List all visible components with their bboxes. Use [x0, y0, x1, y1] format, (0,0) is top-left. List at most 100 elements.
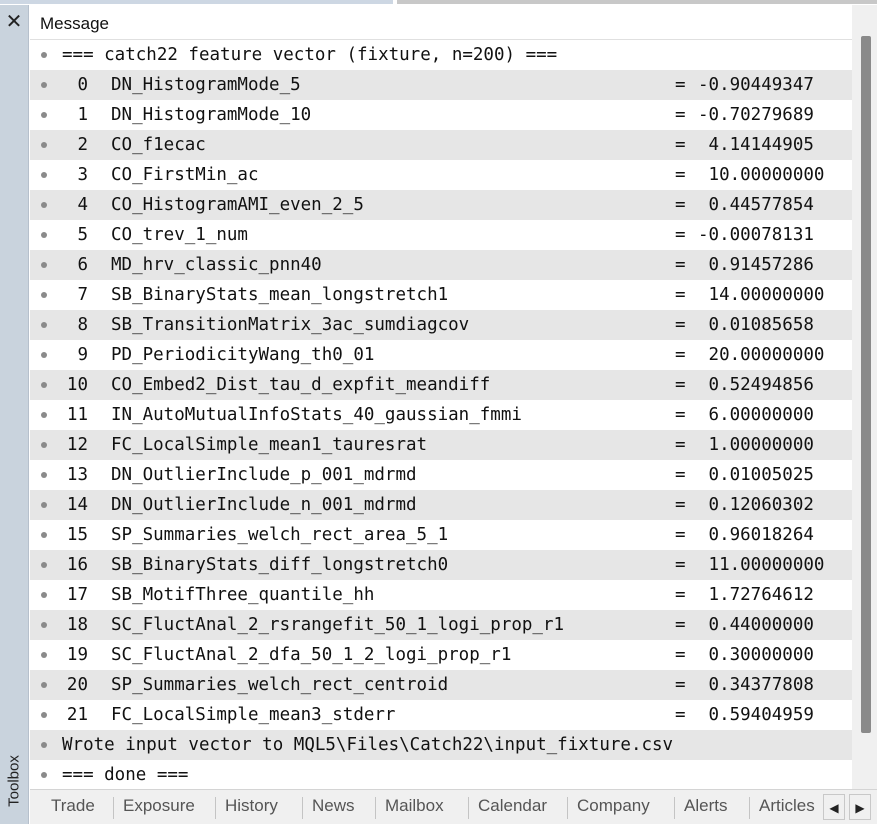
- feature-name: SC_FluctAnal_2_rsrangefit_50_1_logi_prop…: [111, 615, 565, 635]
- bullet-icon: [41, 562, 47, 568]
- log-rows: === catch22 feature vector (fixture, n=2…: [30, 40, 852, 789]
- feature-equals: =: [675, 555, 686, 575]
- feature-value: 1.72764612: [698, 585, 814, 605]
- log-row-feature[interactable]: 3 CO_FirstMin_ac = 10.00000000: [30, 160, 852, 190]
- log-row-wrote[interactable]: Wrote input vector to MQL5\Files\Catch22…: [30, 730, 852, 760]
- log-row-feature[interactable]: 6 MD_hrv_classic_pnn40 = 0.91457286: [30, 250, 852, 280]
- log-row-feature[interactable]: 13 DN_OutlierInclude_p_001_mdrmd = 0.01005…: [30, 460, 852, 490]
- tab-articles[interactable]: Articles: [759, 796, 815, 816]
- tab-exposure[interactable]: Exposure: [123, 796, 195, 816]
- log-row-feature[interactable]: 10 CO_Embed2_Dist_tau_d_expfit_meandiff = …: [30, 370, 852, 400]
- feature-value: 0.12060302: [698, 495, 814, 515]
- feature-name: SC_FluctAnal_2_dfa_50_1_2_logi_prop_r1: [111, 645, 512, 665]
- log-row-done[interactable]: === done ===: [30, 760, 852, 789]
- log-row-feature[interactable]: 14 DN_OutlierInclude_n_001_mdrmd = 0.12060…: [30, 490, 852, 520]
- feature-equals: =: [675, 285, 686, 305]
- close-icon[interactable]: ✕: [4, 11, 24, 31]
- tab-scroll-left-icon[interactable]: ◀: [823, 794, 845, 820]
- tab-separator: [468, 797, 469, 819]
- feature-index: 15: [66, 525, 88, 545]
- feature-name: FC_LocalSimple_mean1_tauresrat: [111, 435, 428, 455]
- feature-name: CO_HistogramAMI_even_2_5: [111, 195, 364, 215]
- feature-index: 12: [66, 435, 88, 455]
- bullet-icon: [41, 322, 47, 328]
- feature-index: 5: [77, 225, 88, 245]
- bullet-icon: [41, 82, 47, 88]
- feature-name: CO_trev_1_num: [111, 225, 248, 245]
- bullet-icon: [41, 52, 47, 58]
- bullet-icon: [41, 712, 47, 718]
- feature-value: 6.00000000: [698, 405, 814, 425]
- log-row-feature[interactable]: 11 IN_AutoMutualInfoStats_40_gaussian_fmm…: [30, 400, 852, 430]
- tab-calendar[interactable]: Calendar: [478, 796, 547, 816]
- feature-index: 14: [66, 495, 88, 515]
- log-message-text: === done ===: [62, 765, 189, 785]
- log-row-feature[interactable]: 9 PD_PeriodicityWang_th0_01 = 20.00000000: [30, 340, 852, 370]
- bullet-icon: [41, 142, 47, 148]
- feature-index: 7: [77, 285, 88, 305]
- bullet-icon: [41, 112, 47, 118]
- log-row-feature[interactable]: 0 DN_HistogramMode_5 = -0.90449347: [30, 70, 852, 100]
- feature-equals: =: [675, 225, 686, 245]
- feature-index: 16: [66, 555, 88, 575]
- feature-name: SP_Summaries_welch_rect_area_5_1: [111, 525, 449, 545]
- feature-index: 1: [77, 105, 88, 125]
- log-row-header[interactable]: === catch22 feature vector (fixture, n=2…: [30, 40, 852, 70]
- feature-name: SB_MotifThree_quantile_hh: [111, 585, 375, 605]
- log-row-feature[interactable]: 8 SB_TransitionMatrix_3ac_sumdiagcov = 0.0…: [30, 310, 852, 340]
- feature-index: 18: [66, 615, 88, 635]
- feature-index: 4: [77, 195, 88, 215]
- message-column-label: Message: [40, 14, 109, 33]
- bullet-icon: [41, 202, 47, 208]
- bullet-icon: [41, 742, 47, 748]
- log-row-feature[interactable]: 17 SB_MotifThree_quantile_hh = 1.72764612: [30, 580, 852, 610]
- tab-news[interactable]: News: [312, 796, 355, 816]
- feature-name: DN_HistogramMode_10: [111, 105, 312, 125]
- feature-value: 0.59404959: [698, 705, 814, 725]
- log-row-feature[interactable]: 19 SC_FluctAnal_2_dfa_50_1_2_logi_prop_r1…: [30, 640, 852, 670]
- feature-value: 0.44577854: [698, 195, 814, 215]
- tab-scroll-right-icon[interactable]: ▶: [849, 794, 871, 820]
- toolbox-label: Toolbox: [3, 746, 25, 816]
- log-row-feature[interactable]: 1 DN_HistogramMode_10 = -0.70279689: [30, 100, 852, 130]
- feature-equals: =: [675, 195, 686, 215]
- bullet-icon: [41, 772, 47, 778]
- log-row-feature[interactable]: 4 CO_HistogramAMI_even_2_5 = 0.44577854: [30, 190, 852, 220]
- feature-index: 8: [77, 315, 88, 335]
- feature-value: 0.96018264: [698, 525, 814, 545]
- feature-index: 2: [77, 135, 88, 155]
- bullet-icon: [41, 262, 47, 268]
- feature-value: 14.00000000: [698, 285, 825, 305]
- top-strip-right: [397, 0, 877, 4]
- log-row-feature[interactable]: 5 CO_trev_1_num = -0.00078131: [30, 220, 852, 250]
- feature-name: DN_OutlierInclude_p_001_mdrmd: [111, 465, 417, 485]
- toolbox-label-text: Toolbox: [5, 755, 23, 807]
- log-row-feature[interactable]: 2 CO_f1ecac = 4.14144905: [30, 130, 852, 160]
- log-row-feature[interactable]: 12 FC_LocalSimple_mean1_tauresrat = 1.0000…: [30, 430, 852, 460]
- feature-value: 1.00000000: [698, 435, 814, 455]
- feature-name: SB_TransitionMatrix_3ac_sumdiagcov: [111, 315, 470, 335]
- feature-name: DN_HistogramMode_5: [111, 75, 301, 95]
- log-row-feature[interactable]: 21 FC_LocalSimple_mean3_stderr = 0.5940495…: [30, 700, 852, 730]
- tab-separator: [567, 797, 568, 819]
- log-row-feature[interactable]: 15 SP_Summaries_welch_rect_area_5_1 = 0.96…: [30, 520, 852, 550]
- scrollbar-thumb[interactable]: [861, 36, 871, 733]
- tab-trade[interactable]: Trade: [51, 796, 95, 816]
- feature-index: 13: [66, 465, 88, 485]
- log-row-feature[interactable]: 16 SB_BinaryStats_diff_longstretch0 = 11.0…: [30, 550, 852, 580]
- top-strip-left: [0, 0, 393, 4]
- message-column-header[interactable]: Message: [30, 5, 852, 40]
- log-row-feature[interactable]: 7 SB_BinaryStats_mean_longstretch1 = 14.00…: [30, 280, 852, 310]
- tab-history[interactable]: History: [225, 796, 278, 816]
- feature-index: 20: [66, 675, 88, 695]
- tab-alerts[interactable]: Alerts: [684, 796, 727, 816]
- tab-separator: [215, 797, 216, 819]
- tab-separator: [749, 797, 750, 819]
- bullet-icon: [41, 532, 47, 538]
- tab-company[interactable]: Company: [577, 796, 650, 816]
- log-row-feature[interactable]: 20 SP_Summaries_welch_rect_centroid = 0.34…: [30, 670, 852, 700]
- log-row-feature[interactable]: 18 SC_FluctAnal_2_rsrangefit_50_1_logi_pr…: [30, 610, 852, 640]
- tab-mailbox[interactable]: Mailbox: [385, 796, 444, 816]
- bullet-icon: [41, 382, 47, 388]
- feature-name: CO_FirstMin_ac: [111, 165, 259, 185]
